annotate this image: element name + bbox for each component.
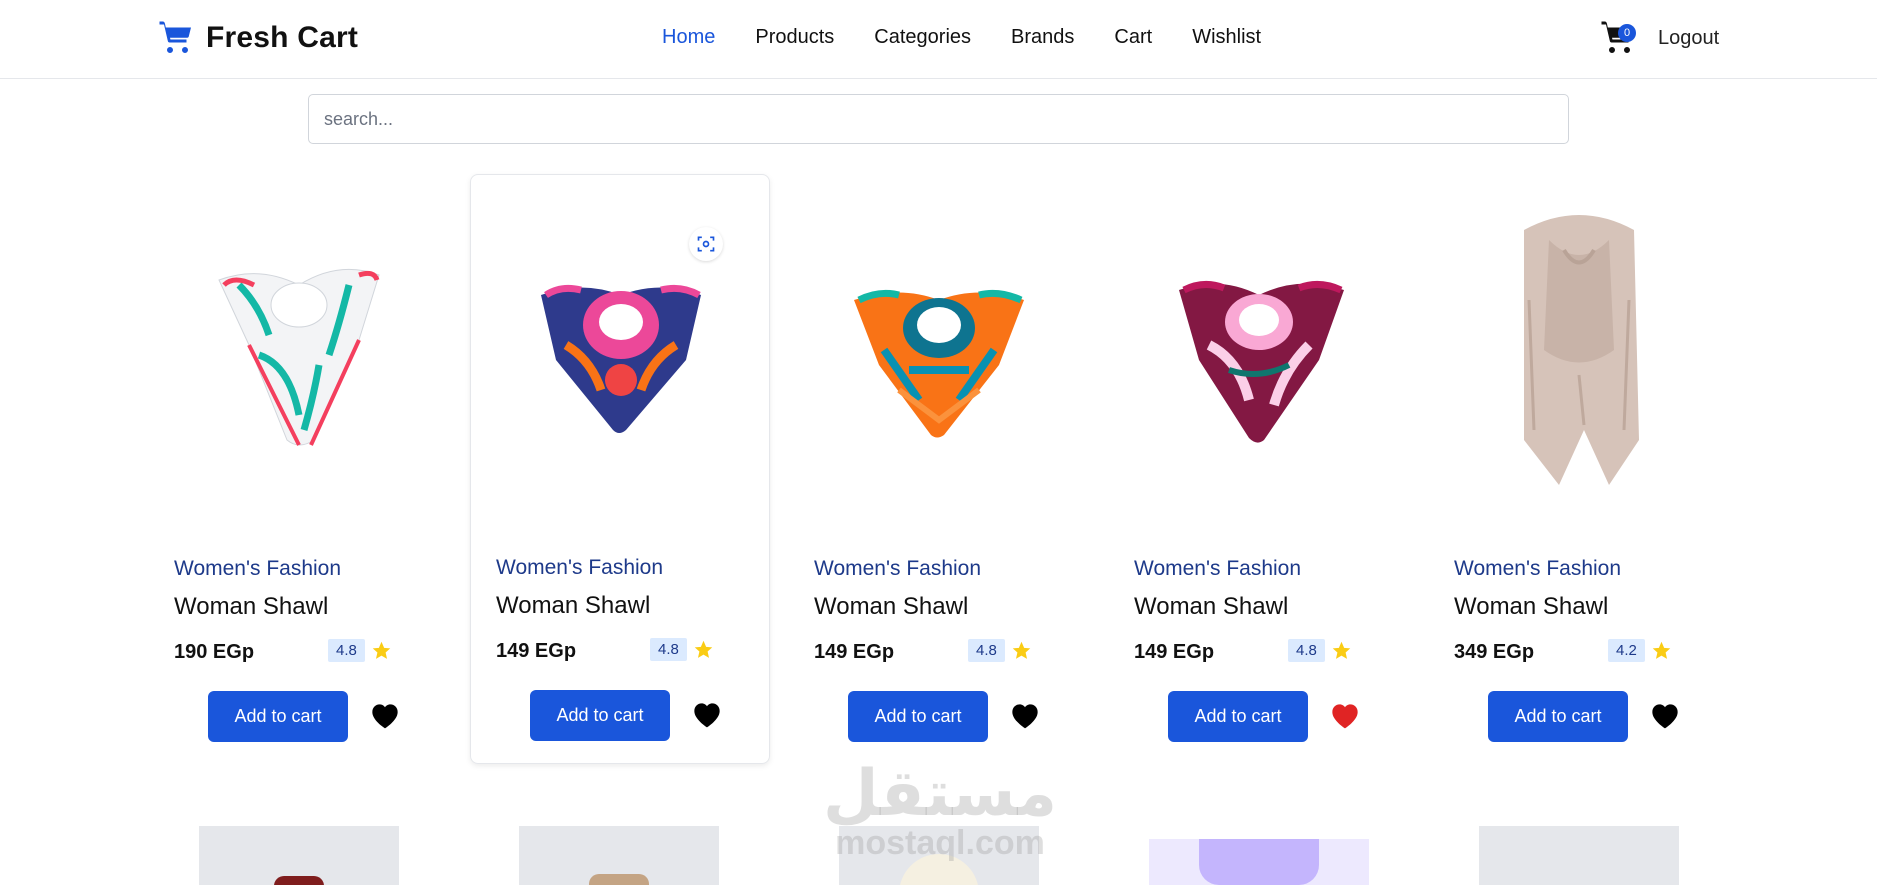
product-title[interactable]: Woman Shawl <box>1134 593 1288 621</box>
rating-value: 4.8 <box>650 638 687 661</box>
product-price: 190 EGp <box>174 641 255 663</box>
product-category[interactable]: Women's Fashion <box>1134 557 1301 581</box>
quick-view-button[interactable] <box>689 227 723 261</box>
product-price: 149 EGp <box>1134 641 1215 663</box>
brand-name: Fresh Cart <box>206 21 359 54</box>
product-rating: 4.2 <box>1608 639 1672 662</box>
product-image[interactable] <box>199 826 399 885</box>
rating-value: 4.2 <box>1608 639 1645 662</box>
scan-eye-icon <box>697 236 715 252</box>
add-to-cart-button[interactable]: Add to cart <box>848 691 988 742</box>
heart-icon[interactable] <box>691 699 723 729</box>
product-rating: 4.8 <box>650 638 714 661</box>
rating-value: 4.8 <box>968 639 1005 662</box>
star-icon <box>1652 641 1671 659</box>
main-nav: Home Products Categories Brands Cart Wis… <box>662 26 1261 49</box>
product-rating: 4.8 <box>328 639 392 662</box>
add-to-cart-button[interactable]: Add to cart <box>1168 691 1308 742</box>
product-card[interactable]: Women's Fashion Woman Shawl 149 EGp 4.8 … <box>1109 175 1409 765</box>
rating-value: 4.8 <box>328 639 365 662</box>
add-to-cart-button[interactable]: Add to cart <box>1488 691 1628 742</box>
rating-value: 4.8 <box>1288 639 1325 662</box>
nav-brands[interactable]: Brands <box>1011 26 1074 49</box>
product-thumbnail-shape <box>1199 839 1319 885</box>
watermark-latin: mostaql.com <box>835 824 1045 862</box>
product-image[interactable] <box>1149 839 1369 885</box>
product-price: 149 EGp <box>496 640 577 662</box>
product-price: 349 EGp <box>1454 641 1535 663</box>
star-icon <box>694 640 713 658</box>
product-category[interactable]: Women's Fashion <box>1454 557 1621 581</box>
nav-home[interactable]: Home <box>662 26 715 49</box>
orange-teal-geometric-scarf <box>854 289 1024 438</box>
product-category[interactable]: Women's Fashion <box>814 557 981 581</box>
product-thumbnail-shape <box>589 874 649 885</box>
nav-actions: 0 Logout <box>1600 20 1719 56</box>
logout-link[interactable]: Logout <box>1658 27 1719 50</box>
heart-icon[interactable] <box>1649 700 1681 730</box>
watermark-arabic: مستقل <box>822 757 1058 829</box>
star-icon <box>1012 641 1031 659</box>
heart-icon[interactable] <box>369 700 401 730</box>
add-to-cart-button[interactable]: Add to cart <box>530 690 670 741</box>
star-icon <box>372 641 391 659</box>
nav-cart[interactable]: Cart <box>1114 26 1152 49</box>
product-image[interactable] <box>1454 200 1704 500</box>
nav-categories[interactable]: Categories <box>874 26 971 49</box>
product-card[interactable]: Women's Fashion Woman Shawl 349 EGp 4.2 … <box>1429 175 1729 765</box>
product-image[interactable] <box>814 200 1064 500</box>
product-image[interactable] <box>1134 200 1384 500</box>
product-price: 149 EGp <box>814 641 895 663</box>
pink-navy-floral-scarf <box>541 284 701 433</box>
product-thumbnail-shape <box>274 876 324 885</box>
product-image[interactable] <box>519 826 719 885</box>
shopping-cart-icon <box>159 21 191 53</box>
product-title[interactable]: Woman Shawl <box>174 593 328 621</box>
product-image[interactable] <box>174 200 424 500</box>
product-card[interactable]: Women's Fashion Woman Shawl 149 EGp 4.8 … <box>470 174 770 764</box>
product-card[interactable]: Women's Fashion Woman Shawl 149 EGp 4.8 … <box>789 175 1089 765</box>
heart-icon[interactable] <box>1009 700 1041 730</box>
product-title[interactable]: Woman Shawl <box>814 593 968 621</box>
cart-count-badge: 0 <box>1618 24 1636 42</box>
product-category[interactable]: Women's Fashion <box>174 557 341 581</box>
star-icon <box>1332 641 1351 659</box>
nav-wishlist[interactable]: Wishlist <box>1192 26 1261 49</box>
product-rating: 4.8 <box>1288 639 1352 662</box>
product-rating: 4.8 <box>968 639 1032 662</box>
product-image[interactable] <box>1479 826 1679 885</box>
product-category[interactable]: Women's Fashion <box>496 556 663 580</box>
watermark: مستقل mostaql.com <box>820 760 1060 860</box>
product-title[interactable]: Woman Shawl <box>1454 593 1608 621</box>
add-to-cart-button[interactable]: Add to cart <box>208 691 348 742</box>
product-title[interactable]: Woman Shawl <box>496 592 650 620</box>
cart-button[interactable]: 0 <box>1600 20 1636 56</box>
nav-products[interactable]: Products <box>755 26 834 49</box>
navbar: Fresh Cart Home Products Categories Bran… <box>0 0 1877 79</box>
product-card[interactable]: Women's Fashion Woman Shawl 190 EGp 4.8 … <box>149 175 449 765</box>
search-input[interactable] <box>308 94 1569 144</box>
white-teal-floral-scarf <box>218 268 380 446</box>
beige-long-shawl <box>1524 215 1639 485</box>
burgundy-floral-scarf <box>1179 281 1344 443</box>
heart-icon[interactable] <box>1329 700 1361 730</box>
brand-logo[interactable]: Fresh Cart <box>158 20 358 56</box>
